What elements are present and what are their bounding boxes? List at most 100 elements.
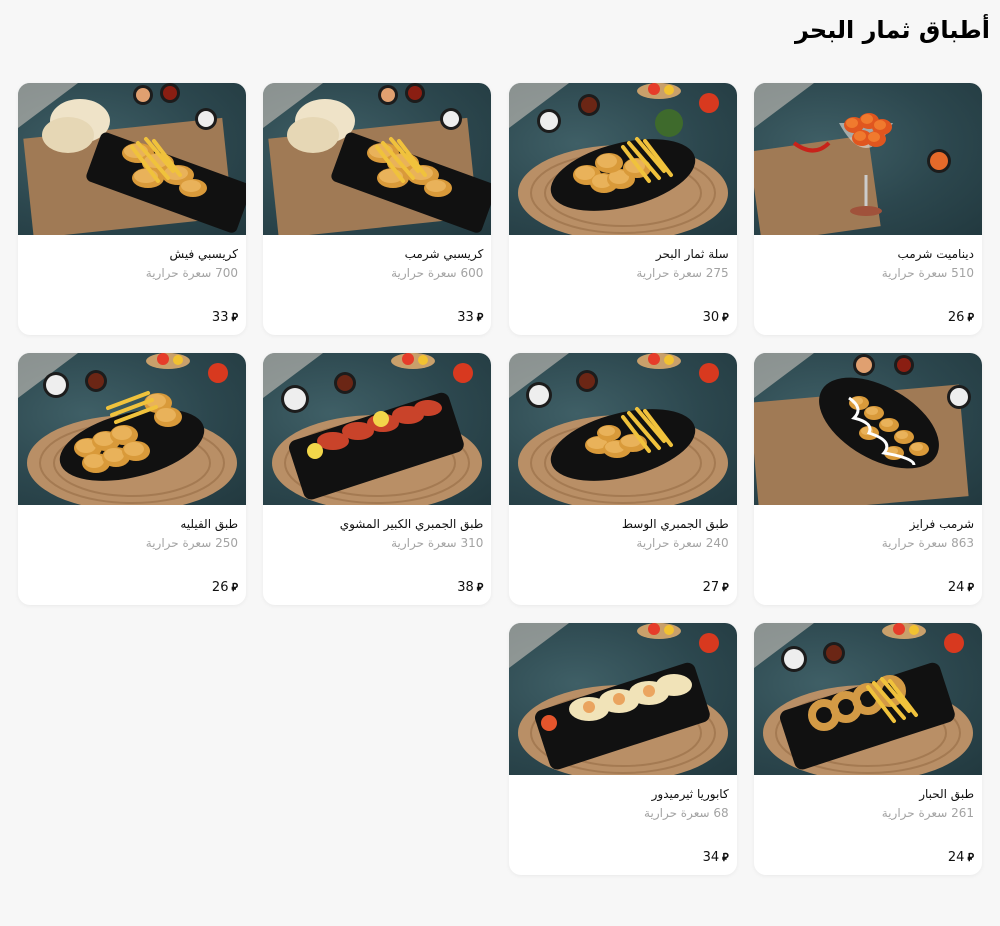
dish-name: كابوريا ثيرميدور (651, 787, 729, 801)
dish-photo (754, 353, 982, 505)
price-value: 27 (702, 580, 720, 595)
dish-name: شرمب فرايز (909, 517, 974, 531)
dish-price: ⃁ 26 (948, 310, 974, 325)
dish-photo (263, 83, 492, 235)
dish-calories: 863 سعرة حرارية (762, 534, 974, 552)
dish-price: ⃁ 27 (703, 580, 729, 595)
calories-unit: سعرة حرارية (391, 536, 457, 550)
dish-card[interactable]: طبق الجمبري الوسط 240 سعرة حرارية ⃁ 27 (508, 353, 737, 605)
calories-unit: سعرة حرارية (881, 266, 948, 280)
riyal-icon: ⃁ (967, 850, 974, 864)
calories-value: 600 (460, 266, 484, 280)
dish-info: شرمب فرايز 863 سعرة حرارية (754, 505, 982, 552)
dish-grid: ديناميت شرمب 510 سعرة حرارية ⃁ 26 سلة ثم… (18, 83, 982, 875)
dish-info: طبق الجمبري الوسط 240 سعرة حرارية (509, 505, 737, 552)
dish-name: ديناميت شرمب (897, 247, 975, 261)
dish-name: طبق الفيليه (180, 517, 239, 531)
dish-card[interactable]: كابوريا ثيرميدور 68 سعرة حرارية ⃁ 34 (508, 623, 737, 875)
calories-unit: سعرة حرارية (881, 536, 948, 550)
riyal-icon: ⃁ (722, 850, 729, 864)
dish-info: سلة ثمار البحر 275 سعرة حرارية (509, 235, 737, 282)
riyal-icon: ⃁ (476, 310, 484, 324)
riyal-icon: ⃁ (476, 580, 484, 594)
dish-photo (508, 623, 737, 775)
calories-value: 250 (215, 536, 239, 550)
calories-unit: سعرة حرارية (881, 806, 948, 820)
calories-value: 310 (460, 536, 484, 550)
dish-photo (263, 353, 492, 505)
price-value: 33 (457, 310, 474, 325)
price-value: 24 (947, 580, 965, 595)
calories-unit: سعرة حرارية (145, 266, 212, 280)
dish-price: ⃁ 24 (948, 850, 974, 865)
calories-unit: سعرة حرارية (391, 266, 457, 280)
dish-card[interactable]: ديناميت شرمب 510 سعرة حرارية ⃁ 26 (754, 83, 982, 335)
dish-info: طبق الحبار 261 سعرة حرارية (754, 775, 982, 822)
dish-calories: 68 سعرة حرارية (517, 804, 729, 822)
dish-card[interactable]: كريسبي فيش 700 سعرة حرارية ⃁ 33 (18, 83, 247, 335)
price-value: 26 (947, 310, 965, 325)
dish-calories: 240 سعرة حرارية (517, 534, 729, 552)
price-value: 26 (211, 580, 229, 595)
dish-card[interactable]: شرمب فرايز 863 سعرة حرارية ⃁ 24 (754, 353, 982, 605)
dish-info: ديناميت شرمب 510 سعرة حرارية (754, 235, 982, 282)
dish-calories: 510 سعرة حرارية (762, 264, 974, 282)
price-value: 30 (702, 310, 720, 325)
dish-name: طبق الحبار (919, 787, 974, 801)
dish-price: ⃁ 34 (703, 850, 729, 865)
dish-card[interactable]: سلة ثمار البحر 275 سعرة حرارية ⃁ 30 (508, 83, 737, 335)
dish-photo (754, 623, 982, 775)
calories-unit: سعرة حرارية (636, 536, 702, 550)
dish-price: ⃁ 38 (457, 580, 483, 595)
dish-price: ⃁ 33 (457, 310, 483, 325)
dish-info: طبق الجمبري الكبير المشوي 310 سعرة حراري… (263, 505, 491, 552)
section-title: أطباق ثمار البحر (795, 16, 990, 44)
dish-price: ⃁ 33 (212, 310, 238, 325)
dish-calories: 275 سعرة حرارية (517, 264, 729, 282)
dish-info: طبق الفيليه 250 سعرة حرارية (18, 505, 246, 552)
calories-value: 261 (951, 806, 974, 820)
dish-card[interactable]: طبق الفيليه 250 سعرة حرارية ⃁ 26 (18, 353, 247, 605)
dish-price: ⃁ 24 (948, 580, 974, 595)
price-value: 24 (947, 850, 965, 865)
calories-unit: سعرة حرارية (644, 806, 710, 820)
price-value: 38 (457, 580, 474, 595)
dish-name: كريسبي شرمب (404, 247, 484, 261)
calories-value: 240 (705, 536, 729, 550)
dish-name: سلة ثمار البحر (655, 247, 729, 261)
dish-calories: 310 سعرة حرارية (271, 534, 483, 552)
dish-name: طبق الجمبري الكبير المشوي (339, 517, 484, 531)
dish-card[interactable]: طبق الجمبري الكبير المشوي 310 سعرة حراري… (263, 353, 492, 605)
calories-value: 68 (713, 806, 729, 820)
calories-value: 510 (951, 266, 974, 280)
dish-info: كابوريا ثيرميدور 68 سعرة حرارية (509, 775, 737, 822)
dish-info: كريسبي شرمب 600 سعرة حرارية (263, 235, 491, 282)
dish-calories: 261 سعرة حرارية (762, 804, 974, 822)
price-value: 34 (702, 850, 720, 865)
calories-value: 700 (215, 266, 239, 280)
price-value: 33 (211, 310, 229, 325)
dish-photo (508, 353, 737, 505)
calories-value: 863 (951, 536, 974, 550)
dish-photo (754, 83, 982, 235)
dish-calories: 600 سعرة حرارية (271, 264, 483, 282)
dish-price: ⃁ 26 (212, 580, 238, 595)
dish-card[interactable]: طبق الحبار 261 سعرة حرارية ⃁ 24 (754, 623, 982, 875)
calories-unit: سعرة حرارية (636, 266, 702, 280)
riyal-icon: ⃁ (967, 310, 974, 324)
riyal-icon: ⃁ (231, 310, 239, 324)
riyal-icon: ⃁ (231, 580, 239, 594)
calories-unit: سعرة حرارية (145, 536, 212, 550)
dish-card[interactable]: كريسبي شرمب 600 سعرة حرارية ⃁ 33 (263, 83, 492, 335)
menu-page: أطباق ثمار البحر ديناميت شرمب 510 سعرة ح… (0, 0, 1000, 926)
riyal-icon: ⃁ (967, 580, 974, 594)
riyal-icon: ⃁ (722, 580, 729, 594)
dish-name: كريسبي فيش (169, 247, 239, 261)
dish-photo (508, 83, 737, 235)
dish-info: كريسبي فيش 700 سعرة حرارية (18, 235, 246, 282)
dish-calories: 700 سعرة حرارية (26, 264, 238, 282)
dish-photo (18, 353, 247, 505)
dish-photo (18, 83, 247, 235)
dish-calories: 250 سعرة حرارية (26, 534, 238, 552)
calories-value: 275 (705, 266, 729, 280)
